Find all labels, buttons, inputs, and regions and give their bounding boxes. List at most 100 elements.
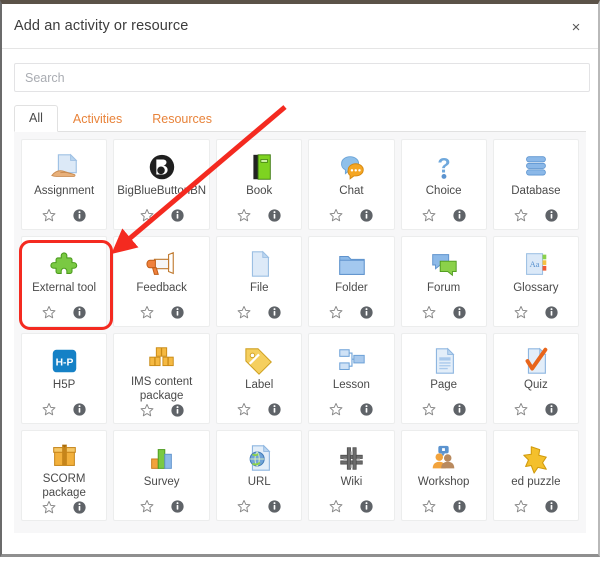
chooser-item-label: ed puzzle [496, 476, 576, 499]
tab-activities[interactable]: Activities [58, 106, 137, 132]
star-outline-icon[interactable] [237, 499, 251, 513]
chooser-item-scorm-package[interactable]: SCORM package [21, 430, 107, 521]
workshop-icon [428, 441, 459, 475]
info-circle-icon[interactable] [171, 306, 184, 319]
info-circle-icon[interactable] [453, 306, 466, 319]
chooser-item-lesson[interactable]: Lesson [308, 333, 394, 424]
chooser-item-actions [514, 305, 558, 326]
survey-icon [146, 441, 177, 475]
tab-all[interactable]: All [14, 105, 58, 132]
info-circle-icon[interactable] [360, 306, 373, 319]
chooser-item-forum[interactable]: Forum [401, 236, 487, 327]
info-circle-icon[interactable] [73, 403, 86, 416]
lesson-icon [336, 344, 367, 378]
chooser-item-bigbluebuttonbn[interactable]: BigBlueButtonBN [113, 139, 210, 230]
star-outline-icon[interactable] [140, 305, 154, 319]
star-outline-icon[interactable] [140, 208, 154, 222]
url-icon [244, 441, 275, 475]
star-outline-icon[interactable] [42, 402, 56, 416]
info-circle-icon[interactable] [268, 500, 281, 513]
star-outline-icon[interactable] [140, 403, 154, 417]
star-outline-icon[interactable] [237, 402, 251, 416]
chooser-item-survey[interactable]: Survey [113, 430, 210, 521]
star-outline-icon[interactable] [329, 499, 343, 513]
star-outline-icon[interactable] [514, 208, 528, 222]
star-outline-icon[interactable] [514, 402, 528, 416]
chooser-item-choice[interactable]: ? Choice [401, 139, 487, 230]
chooser-item-label[interactable]: Label [216, 333, 302, 424]
star-outline-icon[interactable] [329, 208, 343, 222]
star-outline-icon[interactable] [42, 500, 56, 514]
info-circle-icon[interactable] [360, 209, 373, 222]
chooser-item-actions [140, 208, 184, 229]
star-outline-icon[interactable] [329, 305, 343, 319]
info-circle-icon[interactable] [268, 403, 281, 416]
bigbluebutton-icon [146, 150, 177, 184]
chooser-item-ims-content-package[interactable]: IMS content package [113, 333, 210, 424]
assignment-icon [49, 150, 80, 184]
chooser-item-quiz[interactable]: Quiz [493, 333, 579, 424]
info-circle-icon[interactable] [360, 500, 373, 513]
star-outline-icon[interactable] [514, 305, 528, 319]
info-circle-icon[interactable] [453, 209, 466, 222]
star-outline-icon[interactable] [237, 208, 251, 222]
chooser-item-actions [329, 402, 373, 423]
glossary-icon: Aa [520, 247, 551, 281]
chooser-item-database[interactable]: Database [493, 139, 579, 230]
star-outline-icon[interactable] [237, 305, 251, 319]
chooser-item-url[interactable]: URL [216, 430, 302, 521]
svg-text:Aa: Aa [530, 258, 540, 268]
forum-icon [428, 247, 459, 281]
info-circle-icon[interactable] [545, 209, 558, 222]
info-circle-icon[interactable] [453, 403, 466, 416]
search-input[interactable] [14, 63, 590, 92]
info-circle-icon[interactable] [73, 306, 86, 319]
svg-text:?: ? [438, 152, 451, 177]
info-circle-icon[interactable] [360, 403, 373, 416]
star-outline-icon[interactable] [422, 402, 436, 416]
star-outline-icon[interactable] [42, 305, 56, 319]
chooser-item-label: URL [219, 476, 299, 499]
info-circle-icon[interactable] [545, 403, 558, 416]
chooser-item-wiki[interactable]: Wiki [308, 430, 394, 521]
chooser-item-feedback[interactable]: Feedback [113, 236, 210, 327]
tab-resources[interactable]: Resources [137, 106, 227, 132]
star-outline-icon[interactable] [422, 305, 436, 319]
chooser-item-actions [422, 305, 466, 326]
chooser-item-book[interactable]: Book [216, 139, 302, 230]
star-outline-icon[interactable] [422, 208, 436, 222]
chooser-item-chat[interactable]: Chat [308, 139, 394, 230]
chooser-item-actions [514, 402, 558, 423]
chooser-item-h5p[interactable]: H-P H5P [21, 333, 107, 424]
star-outline-icon[interactable] [329, 402, 343, 416]
info-circle-icon[interactable] [545, 306, 558, 319]
star-outline-icon[interactable] [42, 208, 56, 222]
star-outline-icon[interactable] [140, 499, 154, 513]
chooser-item-ed-puzzle[interactable]: ed puzzle [493, 430, 579, 521]
chooser-item-file[interactable]: File [216, 236, 302, 327]
star-outline-icon[interactable] [514, 499, 528, 513]
choice-icon: ? [428, 150, 459, 184]
chooser-item-folder[interactable]: Folder [308, 236, 394, 327]
info-circle-icon[interactable] [268, 306, 281, 319]
info-circle-icon[interactable] [73, 209, 86, 222]
star-outline-icon[interactable] [422, 499, 436, 513]
chooser-item-actions [42, 402, 86, 423]
chooser-item-glossary[interactable]: Aa Glossary [493, 236, 579, 327]
chooser-item-actions [237, 305, 281, 326]
chooser-item-actions [237, 208, 281, 229]
info-circle-icon[interactable] [545, 500, 558, 513]
chooser-item-assignment[interactable]: Assignment [21, 139, 107, 230]
chooser-item-workshop[interactable]: Workshop [401, 430, 487, 521]
close-icon[interactable]: × [563, 14, 589, 40]
chooser-item-external-tool[interactable]: External tool [21, 236, 107, 327]
info-circle-icon[interactable] [268, 209, 281, 222]
wiki-icon [336, 441, 367, 475]
chooser-item-label: Page [404, 379, 484, 402]
chooser-item-page[interactable]: Page [401, 333, 487, 424]
info-circle-icon[interactable] [171, 500, 184, 513]
info-circle-icon[interactable] [171, 209, 184, 222]
info-circle-icon[interactable] [453, 500, 466, 513]
info-circle-icon[interactable] [73, 501, 86, 514]
info-circle-icon[interactable] [171, 404, 184, 417]
